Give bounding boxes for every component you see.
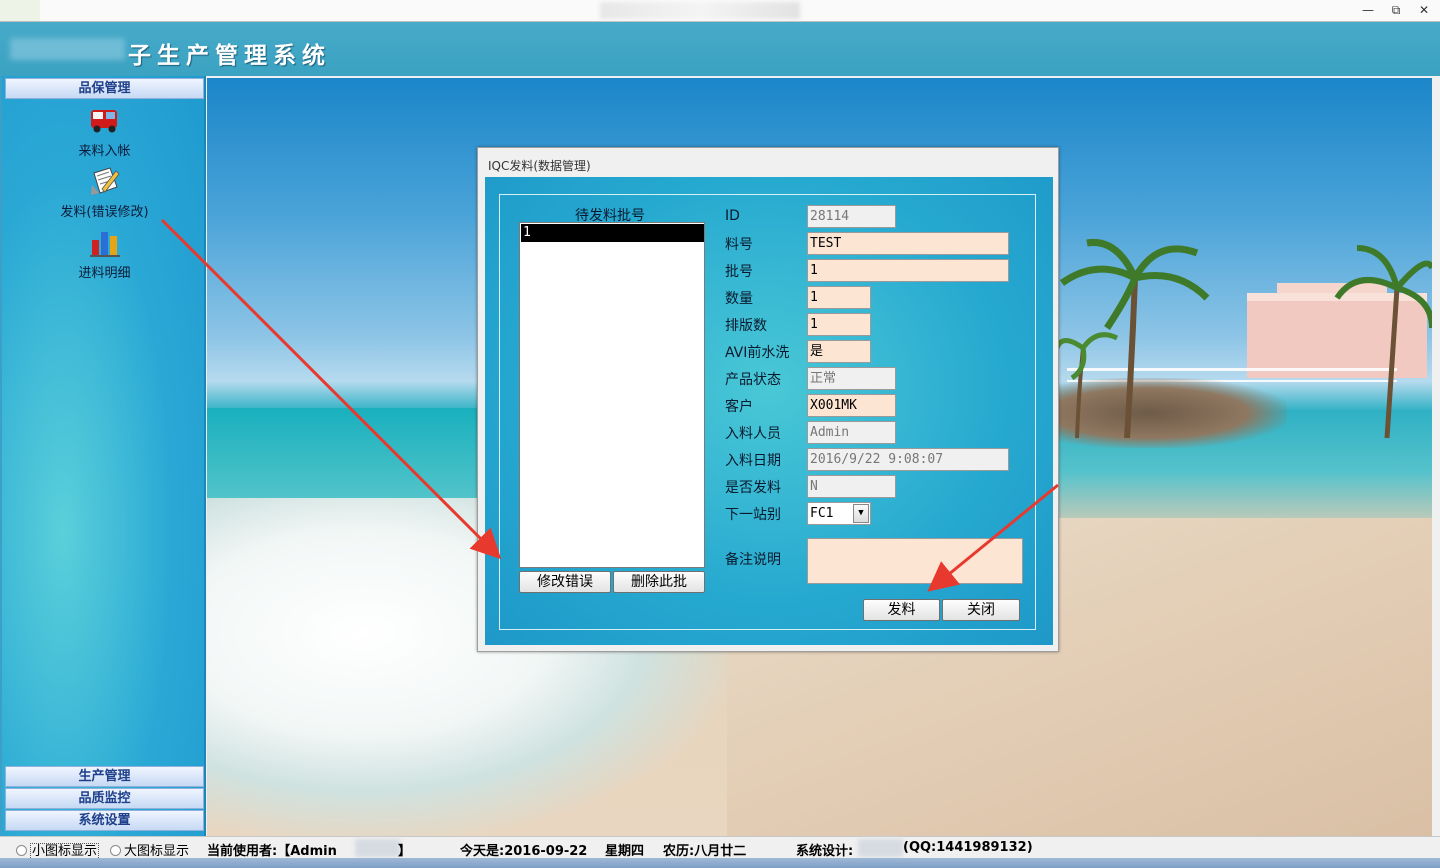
small-icons-radio[interactable]: 小图标显示 (16, 840, 100, 860)
large-icons-label: 大图标显示 (124, 844, 190, 859)
id-label: ID (725, 208, 740, 224)
lunar-date: 农历:八月廿二 (663, 844, 747, 859)
truck-icon (90, 110, 117, 133)
sidebar-section-system-settings[interactable]: 系统设置 (5, 810, 204, 831)
sidebar-item-label: 进料明细 (78, 266, 131, 281)
sidebar-item-label: 来料入帐 (78, 144, 131, 159)
customer-label: 客户 (725, 399, 753, 415)
avi-wash-label: AVI前水洗 (725, 345, 790, 361)
sidebar-item-incoming-detail[interactable]: 进料明细 (5, 226, 204, 281)
part-no-label: 料号 (725, 237, 753, 253)
today-date: 今天是:2016-09-22 (460, 844, 588, 859)
os-taskbar (0, 858, 1440, 868)
current-user: 当前使用者:【Admin (207, 844, 337, 859)
company-name-blurred (10, 38, 125, 60)
sidebar-item-incoming-entry[interactable]: 来料入帐 (5, 104, 204, 159)
product-status-field[interactable]: 正常 (807, 367, 896, 390)
issued-label: 是否发料 (725, 480, 781, 496)
remark-field[interactable] (807, 538, 1023, 584)
bar-chart-icon (89, 232, 120, 257)
designer-name-blurred (858, 839, 903, 857)
weekday: 星期四 (605, 844, 645, 859)
batch-no-field[interactable]: 1 (807, 259, 1009, 282)
batch-no-label: 批号 (725, 264, 753, 280)
issued-field[interactable]: N (807, 475, 896, 498)
panel-count-field[interactable]: 1 (807, 313, 871, 336)
minimize-button[interactable]: — (1355, 2, 1381, 18)
edit-error-button[interactable]: 修改错误 (519, 571, 611, 593)
part-no-field[interactable]: TEST (807, 232, 1009, 255)
receive-date-field[interactable]: 2016/9/22 9:08:07 (807, 448, 1009, 471)
receiver-label: 入料人员 (725, 426, 781, 442)
status-bar: 小图标显示 大图标显示 当前使用者:【Admin 】 今天是:2016-09-2… (0, 836, 1440, 860)
issue-button[interactable]: 发料 (863, 599, 940, 621)
titlebar-icon-blurred (0, 0, 40, 21)
iqc-issue-dialog: IQC发料(数据管理) 待发料批号 1 修改错误 删除此批 ID 28114 料… (477, 147, 1059, 652)
next-station-value: FC1 (810, 506, 834, 521)
next-station-label: 下一站别 (725, 507, 781, 523)
close-button[interactable]: 关闭 (942, 599, 1020, 621)
chevron-down-icon[interactable]: ▼ (853, 504, 869, 523)
current-user-end: 】 (398, 844, 412, 859)
quantity-label: 数量 (725, 291, 753, 307)
pending-batch-listbox[interactable]: 1 (519, 222, 705, 568)
dialog-body: 待发料批号 1 修改错误 删除此批 ID 28114 料号 TEST 批号 1 … (485, 177, 1053, 645)
delete-batch-button[interactable]: 删除此批 (613, 571, 705, 593)
customer-field[interactable]: X001MK (807, 394, 896, 417)
restore-button[interactable]: ⧉ (1383, 2, 1409, 18)
next-station-select[interactable]: FC1 ▼ (807, 502, 871, 525)
id-field[interactable]: 28114 (807, 205, 896, 228)
app-header: 子生产管理系统 (0, 22, 1440, 76)
sidebar-section-production[interactable]: 生产管理 (5, 766, 204, 787)
radio-icon (16, 845, 27, 856)
dialog-title: IQC发料(数据管理) (488, 159, 591, 173)
sidebar-section-quality-assurance[interactable]: 品保管理 (5, 78, 204, 99)
sidebar-section-quality-monitor[interactable]: 品质监控 (5, 788, 204, 809)
titlebar-text-blurred (600, 2, 800, 19)
receiver-field[interactable]: Admin (807, 421, 896, 444)
designer-qq: (QQ:1441989132) (903, 840, 1033, 855)
list-item[interactable]: 1 (521, 224, 704, 242)
sidebar-item-issue-material[interactable]: 发料(错误修改) (5, 165, 204, 220)
large-icons-radio[interactable]: 大图标显示 (110, 840, 189, 859)
edit-document-icon (90, 167, 120, 195)
bg-palm-trees (1057, 238, 1432, 438)
product-status-label: 产品状态 (725, 372, 781, 388)
user-name-blurred (355, 839, 400, 857)
quantity-field[interactable]: 1 (807, 286, 871, 309)
sidebar-item-label: 发料(错误修改) (60, 205, 149, 220)
avi-wash-field[interactable]: 是 (807, 340, 871, 363)
dialog-inner-frame: 待发料批号 1 修改错误 删除此批 ID 28114 料号 TEST 批号 1 … (499, 194, 1036, 630)
app-title: 子生产管理系统 (128, 42, 331, 69)
system-designer: 系统设计: (796, 844, 854, 859)
sidebar: 品保管理 来料入帐 发料(错误修改) 进料明细 生产管理 品质监控 系统设置 (0, 76, 206, 836)
remark-label: 备注说明 (725, 552, 781, 568)
radio-icon (110, 845, 121, 856)
window-titlebar: — ⧉ ✕ (0, 0, 1440, 22)
close-window-button[interactable]: ✕ (1411, 2, 1437, 18)
panel-count-label: 排版数 (725, 318, 767, 334)
receive-date-label: 入料日期 (725, 453, 781, 469)
